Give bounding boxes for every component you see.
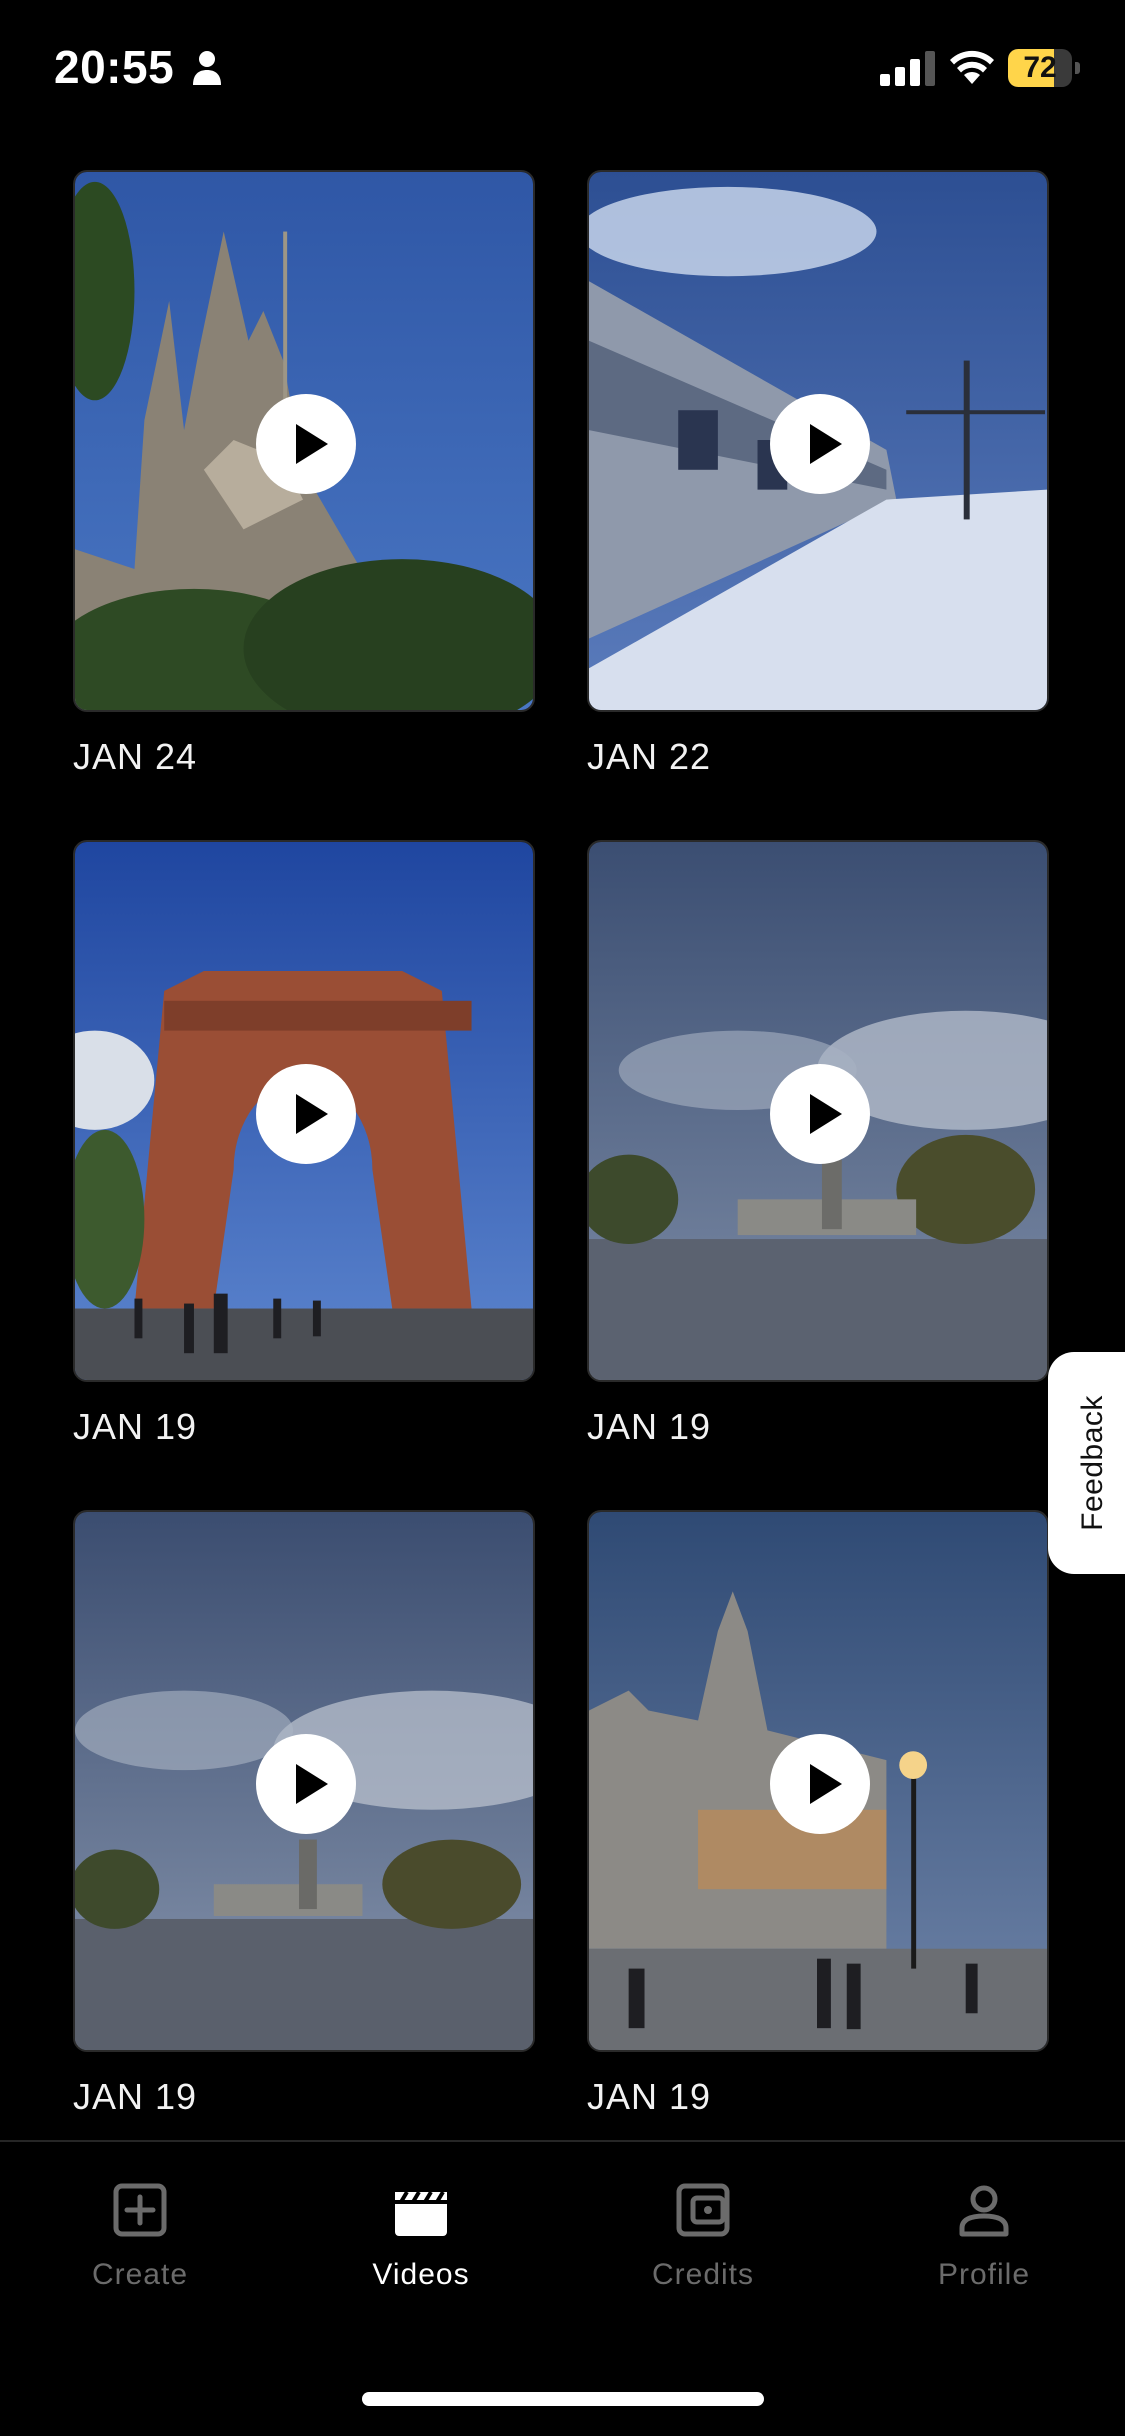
play-button[interactable] [256, 1064, 356, 1164]
video-date: JAN 19 [587, 1406, 712, 1447]
tab-credits[interactable]: Credits [603, 2182, 803, 2302]
video-date: JAN 19 [587, 2076, 712, 2117]
feedback-button[interactable]: Feedback [1048, 1352, 1125, 1574]
tab-label: Credits [651, 2258, 755, 2291]
cellular-signal-icon [880, 51, 935, 86]
video-date: JAN 19 [73, 1406, 198, 1447]
video-thumbnail[interactable] [587, 840, 1049, 1382]
play-button[interactable] [256, 1734, 356, 1834]
play-button[interactable] [770, 394, 870, 494]
battery-indicator: 72 [1008, 49, 1080, 87]
tab-label: Videos [372, 2258, 470, 2291]
video-thumbnail[interactable] [587, 170, 1049, 712]
clapperboard-icon [395, 2190, 447, 2236]
tab-videos[interactable]: Videos [321, 2182, 521, 2302]
video-date: JAN 22 [587, 736, 712, 777]
tab-create[interactable]: Create [40, 2182, 240, 2302]
video-date: JAN 19 [73, 2076, 198, 2117]
video-thumbnail[interactable] [73, 170, 535, 712]
play-button[interactable] [256, 394, 356, 494]
person-icon [193, 51, 221, 85]
tab-profile[interactable]: Profile [884, 2182, 1084, 2302]
video-thumbnail[interactable] [587, 1510, 1049, 2052]
wifi-icon [950, 50, 994, 84]
plus-square-icon [113, 2183, 167, 2237]
status-time: 20:55 [54, 41, 175, 93]
video-date: JAN 24 [73, 736, 198, 777]
person-icon [959, 2185, 1009, 2237]
tab-label: Create [91, 2258, 189, 2291]
battery-percent: 72 [1023, 51, 1057, 84]
play-button[interactable] [770, 1734, 870, 1834]
status-bar: 20:55 72 [0, 0, 1125, 140]
video-thumbnail[interactable] [73, 1510, 535, 2052]
wallet-icon [676, 2183, 730, 2237]
play-button[interactable] [770, 1064, 870, 1164]
home-indicator [362, 2392, 764, 2406]
tab-label: Profile [937, 2258, 1031, 2291]
video-thumbnail[interactable] [73, 840, 535, 1382]
feedback-label: Feedback [1076, 1395, 1109, 1531]
